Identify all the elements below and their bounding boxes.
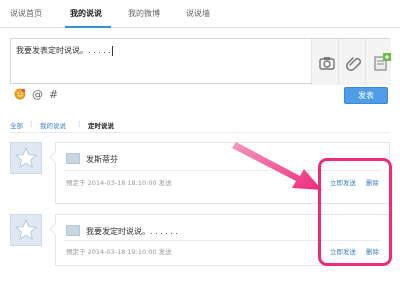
card-pointer (49, 151, 61, 163)
link-icon[interactable] (344, 53, 364, 73)
star-icon (14, 218, 38, 241)
tab-my-posts[interactable]: 我的说说 (70, 8, 102, 19)
annotation-arrow (232, 142, 322, 190)
mention-icon[interactable]: @ (32, 88, 43, 101)
post-text: 我要发定时说说。. . . . . . (86, 227, 178, 236)
hashtag-icon[interactable]: # (49, 88, 58, 101)
image-icon (66, 225, 80, 236)
send-button[interactable]: 发表 (344, 87, 388, 104)
filter-separator: | (30, 120, 33, 128)
schedule-time: 预定于 2014-03-18 19:10:00 发送 (66, 248, 172, 256)
avatar[interactable] (10, 142, 42, 174)
tool-separator (365, 39, 366, 85)
annotation-highlight-box (318, 158, 392, 266)
tool-separator (311, 39, 312, 85)
post-text: 发斯蒂芬 (86, 155, 118, 164)
tab-home[interactable]: 说说首页 (10, 8, 42, 19)
image-icon (66, 153, 80, 164)
emoji-icon[interactable] (14, 88, 26, 100)
post-composer[interactable]: 我要发表定时说说。. . . . . (10, 38, 391, 85)
filter-my-posts[interactable]: 我的说说 (40, 120, 66, 130)
filter-divider (10, 132, 390, 133)
tab-my-weibo[interactable]: 我的微博 (128, 8, 160, 19)
schedule-time: 预定于 2014-03-18 18:10:00 发送 (66, 179, 172, 187)
camera-icon[interactable] (317, 53, 337, 73)
card-pointer (49, 223, 61, 235)
composer-text: 我要发表定时说说。. . . . . (16, 46, 111, 55)
avatar[interactable] (10, 214, 42, 246)
composer-input[interactable]: 我要发表定时说说。. . . . . (16, 45, 113, 56)
text-caret (111, 45, 113, 56)
tab-post-wall[interactable]: 说说墙 (186, 8, 210, 19)
tab-bar: 说说首页 我的说说 我的微博 说说墙 (0, 0, 400, 28)
filter-separator: | (78, 120, 81, 128)
filter-scheduled[interactable]: 定时说说 (88, 120, 114, 130)
star-icon (14, 146, 38, 169)
schedule-icon[interactable] (371, 53, 391, 73)
active-tab-indicator (65, 26, 111, 28)
tool-separator (338, 39, 339, 85)
filter-all[interactable]: 全部 (10, 120, 23, 130)
